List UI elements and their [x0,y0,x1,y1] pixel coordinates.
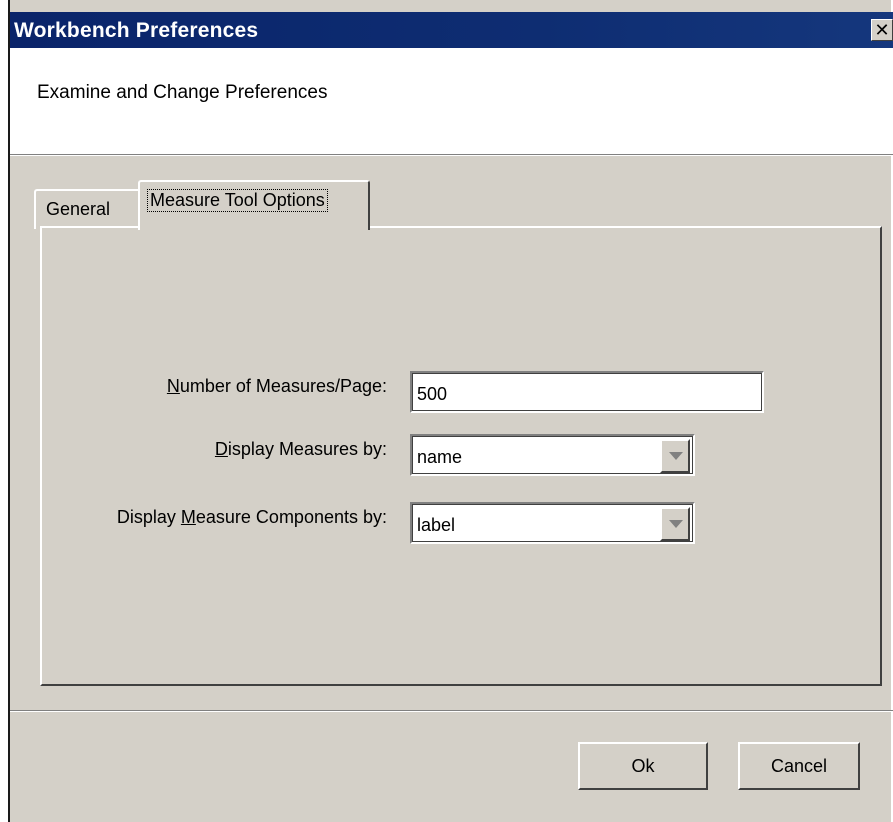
display-measures-by-select[interactable]: name [410,434,695,476]
measures-per-page-label: Number of Measures/Page: [52,376,387,397]
footer-divider-highlight [10,711,893,712]
tab-measure-tool-options-label: Measure Tool Options [147,189,328,212]
chevron-down-icon [669,452,683,460]
dialog-subtitle: Examine and Change Preferences [37,82,328,103]
cancel-button[interactable]: Cancel [738,742,860,790]
tab-panel: Number of Measures/Page: 500 Display Mea… [40,226,882,686]
display-components-by-label-pre: Display [116,507,181,527]
mnemonic-d: D [214,439,228,459]
header-banner: Examine and Change Preferences [10,48,893,155]
measures-per-page-value: 500 [417,384,448,404]
measures-per-page-label-text: umber of Measures/Page: [179,376,387,396]
display-components-by-label-text: easure Components by: [195,507,387,527]
tab-general-label: General [46,199,111,219]
preferences-dialog: Workbench Preferences ✕ Examine and Chan… [8,0,893,822]
measures-per-page-input[interactable]: 500 [410,371,764,413]
mnemonic-n: N [166,376,180,396]
chevron-down-icon [669,520,683,528]
tab-general[interactable]: General [34,189,138,229]
display-components-by-select[interactable]: label [410,502,695,544]
close-icon: ✕ [874,20,890,40]
display-measures-by-label: Display Measures by: [52,439,387,460]
close-button[interactable]: ✕ [871,19,893,41]
display-measures-by-value: name [417,447,463,467]
mnemonic-m: M [180,507,196,527]
display-components-by-dropdown-button[interactable] [660,507,690,541]
ok-button[interactable]: Ok [578,742,708,790]
display-components-by-value: label [417,515,456,535]
tab-measure-tool-options[interactable]: Measure Tool Options [138,180,370,230]
display-measures-by-label-text: isplay Measures by: [227,439,387,459]
display-components-by-label: Display Measure Components by: [52,507,387,528]
header-divider [10,155,893,156]
window-title: Workbench Preferences [14,19,259,42]
display-measures-by-dropdown-button[interactable] [660,439,690,473]
title-bar[interactable]: Workbench Preferences ✕ [10,12,893,48]
